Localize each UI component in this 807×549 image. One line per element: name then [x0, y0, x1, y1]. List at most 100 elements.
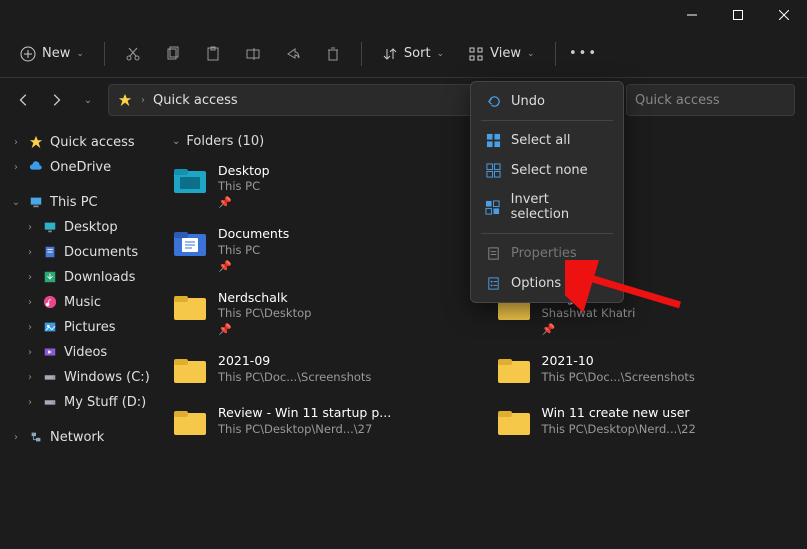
view-button[interactable]: View ⌄ — [460, 40, 542, 68]
breadcrumb-location: Quick access — [153, 93, 238, 108]
folder-path: This PC — [218, 179, 270, 194]
select-all-icon — [485, 132, 501, 148]
sort-button[interactable]: Sort ⌄ — [374, 40, 452, 68]
expand-chevron-icon[interactable]: › — [24, 322, 36, 333]
sidebar-item-music[interactable]: › Music — [4, 290, 156, 314]
star-icon — [28, 134, 44, 150]
context-menu-label: Select none — [511, 163, 588, 178]
chevron-down-icon: ⌄ — [527, 49, 535, 59]
folder-item[interactable]: 2021-09 This PC\Doc...\Screenshots — [168, 349, 476, 393]
expand-chevron-icon[interactable]: › — [24, 397, 36, 408]
folder-info: 2021-09 This PC\Doc...\Screenshots — [218, 353, 371, 384]
folder-path: This PC\Desktop\Nerd...\22 — [542, 422, 696, 437]
back-button[interactable] — [12, 88, 36, 112]
context-menu-invert-selection[interactable]: Invert selection — [475, 185, 619, 229]
copy-icon — [165, 46, 181, 62]
pics-icon — [42, 319, 58, 335]
expand-chevron-icon[interactable]: › — [24, 247, 36, 258]
folder-icon — [172, 290, 208, 326]
sidebar-item-pictures[interactable]: › Pictures — [4, 315, 156, 339]
folder-item[interactable]: Documents This PC 📌 — [168, 222, 476, 277]
folder-item[interactable]: Nerdschalk This PC\Desktop 📌 — [168, 286, 476, 341]
expand-chevron-icon[interactable]: › — [10, 137, 22, 148]
search-input[interactable]: Quick access — [626, 84, 795, 116]
desktop-icon — [42, 219, 58, 235]
context-menu-label: Options — [511, 276, 561, 291]
expand-chevron-icon[interactable]: › — [24, 372, 36, 383]
docs-folder-icon — [172, 226, 208, 262]
expand-chevron-icon[interactable]: ⌄ — [10, 197, 22, 208]
sidebar-item-videos[interactable]: › Videos — [4, 340, 156, 364]
folder-item[interactable]: Review - Win 11 startup p... This PC\Des… — [168, 401, 476, 445]
context-menu-select-none[interactable]: Select none — [475, 155, 619, 185]
folder-item[interactable]: Desktop This PC 📌 — [168, 159, 476, 214]
more-button[interactable]: ••• — [568, 40, 600, 68]
options-icon — [485, 275, 501, 291]
docs-icon — [42, 244, 58, 260]
sidebar-item-downloads[interactable]: › Downloads — [4, 265, 156, 289]
expand-chevron-icon[interactable]: › — [10, 162, 22, 173]
sidebar-item-this-pc[interactable]: ⌄ This PC — [4, 190, 156, 214]
sidebar-item-onedrive[interactable]: › OneDrive — [4, 155, 156, 179]
sidebar-item-quick-access[interactable]: › Quick access — [4, 130, 156, 154]
new-label: New — [42, 46, 70, 61]
context-menu-undo[interactable]: Undo — [475, 86, 619, 116]
context-menu-select-all[interactable]: Select all — [475, 125, 619, 155]
folder-info: Desktop This PC 📌 — [218, 163, 270, 210]
minimize-button[interactable] — [669, 0, 715, 30]
expand-chevron-icon[interactable]: › — [24, 297, 36, 308]
sidebar-item-desktop[interactable]: › Desktop — [4, 215, 156, 239]
breadcrumb-chevron: › — [141, 95, 145, 106]
folder-path: This PC\Desktop — [218, 306, 311, 321]
folder-item[interactable]: Win 11 create new user This PC\Desktop\N… — [492, 401, 800, 445]
drive-icon — [42, 369, 58, 385]
folder-name: Nerdschalk — [218, 290, 311, 306]
main-area: › Quick access › OneDrive ⌄ This PC › De… — [0, 122, 807, 549]
toolbar: New ⌄ Sort ⌄ View ⌄ ••• — [0, 30, 807, 78]
forward-button[interactable] — [44, 88, 68, 112]
rename-button[interactable] — [237, 40, 269, 68]
sidebar-item-windows-c-[interactable]: › Windows (C:) — [4, 365, 156, 389]
cut-icon — [125, 46, 141, 62]
props-icon — [485, 245, 501, 261]
folder-name: Win 11 create new user — [542, 405, 696, 421]
maximize-button[interactable] — [715, 0, 761, 30]
view-icon — [468, 46, 484, 62]
nav-bar: ⌄ › Quick access Quick access — [0, 78, 807, 122]
share-button[interactable] — [277, 40, 309, 68]
new-button[interactable]: New ⌄ — [12, 40, 92, 68]
toolbar-divider — [361, 42, 362, 66]
section-title: Folders (10) — [186, 134, 264, 149]
expand-chevron-icon[interactable]: › — [24, 222, 36, 233]
expand-chevron-icon[interactable]: › — [10, 432, 22, 443]
folder-info: Review - Win 11 startup p... This PC\Des… — [218, 405, 391, 436]
net-icon — [28, 429, 44, 445]
more-icon: ••• — [576, 46, 592, 62]
sidebar: › Quick access › OneDrive ⌄ This PC › De… — [0, 122, 160, 549]
pin-icon: 📌 — [218, 260, 289, 274]
cut-button[interactable] — [117, 40, 149, 68]
folder-path: This PC — [218, 243, 289, 258]
sidebar-item-documents[interactable]: › Documents — [4, 240, 156, 264]
sidebar-item-my-stuff-d-[interactable]: › My Stuff (D:) — [4, 390, 156, 414]
folder-info: Documents This PC 📌 — [218, 226, 289, 273]
rename-icon — [245, 46, 261, 62]
sidebar-item-label: Documents — [64, 245, 138, 260]
star-icon — [117, 92, 133, 108]
paste-button[interactable] — [197, 40, 229, 68]
folder-name: 2021-09 — [218, 353, 371, 369]
sort-icon — [382, 46, 398, 62]
recent-dropdown[interactable]: ⌄ — [76, 88, 100, 112]
sidebar-item-network[interactable]: › Network — [4, 425, 156, 449]
close-button[interactable] — [761, 0, 807, 30]
delete-button[interactable] — [317, 40, 349, 68]
sidebar-item-label: Desktop — [64, 220, 118, 235]
folder-item[interactable]: 2021-10 This PC\Doc...\Screenshots — [492, 349, 800, 393]
copy-button[interactable] — [157, 40, 189, 68]
expand-chevron-icon[interactable]: › — [24, 347, 36, 358]
folder-icon — [496, 353, 532, 389]
pin-icon: 📌 — [218, 323, 311, 337]
folder-name: 2021-10 — [542, 353, 695, 369]
expand-chevron-icon[interactable]: › — [24, 272, 36, 283]
sidebar-item-label: Pictures — [64, 320, 115, 335]
